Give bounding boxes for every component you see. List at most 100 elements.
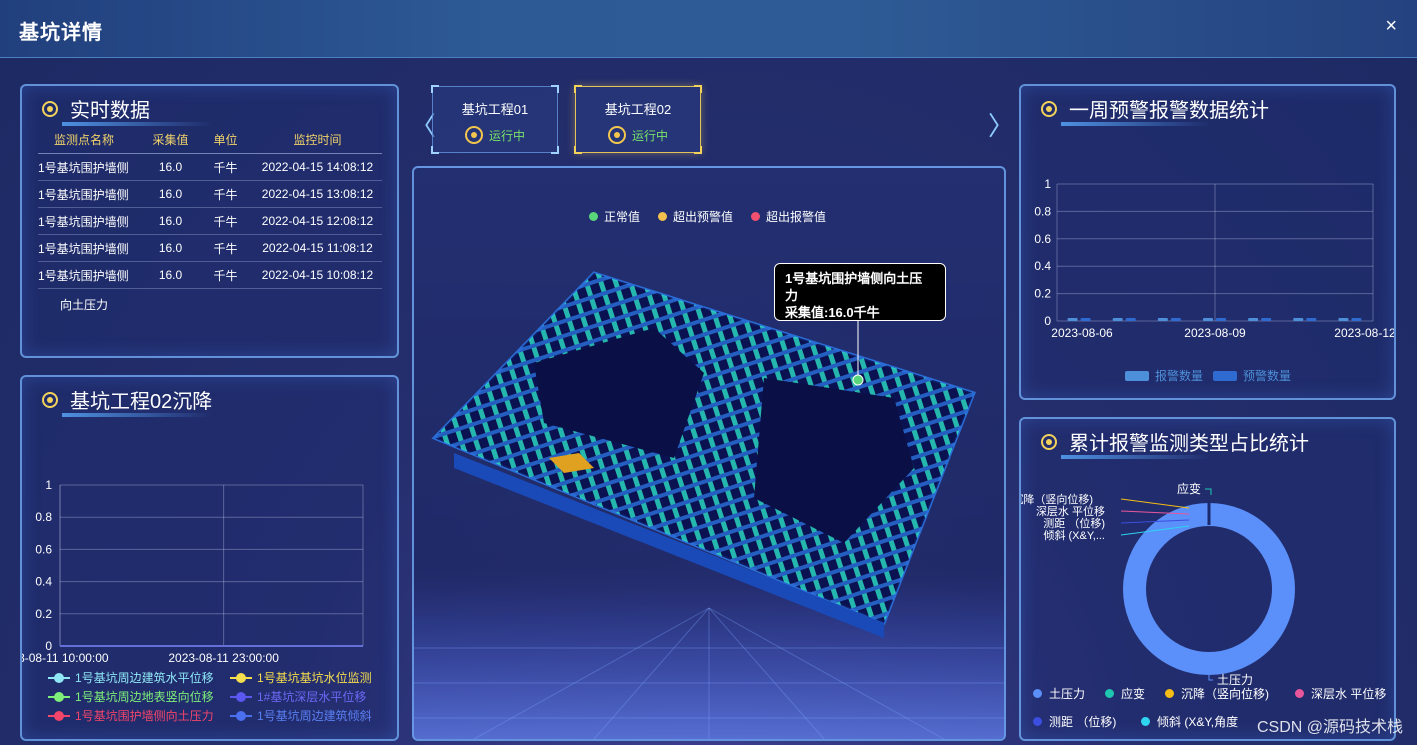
next-arrow-icon[interactable]: 〉: [988, 106, 1014, 143]
signal-icon: [607, 126, 626, 144]
bar: [1170, 318, 1181, 321]
project-card-02[interactable]: 基坑工程02 运行中: [574, 85, 702, 154]
label-leader: [1205, 488, 1212, 495]
legend-item[interactable]: 预警数量: [1213, 367, 1291, 384]
foundation-pit-3d-model[interactable]: [414, 168, 1004, 739]
settlement-panel: 基坑工程02沉降 00.20.40.60.8123-08-11 10:00:00…: [20, 375, 399, 741]
pie-slice: [1123, 503, 1295, 675]
bar: [1216, 318, 1226, 321]
slice-label: 倾斜 (X&Y,...: [1043, 529, 1105, 542]
legend-item[interactable]: 1#基坑深层水平位移: [230, 688, 366, 705]
column-header: 采集值: [152, 133, 189, 147]
point-tooltip: 1号基坑围护墙侧向土压 力 采集值:16.0千牛: [774, 263, 946, 321]
legend-item[interactable]: 深层水 平位移: [1295, 685, 1386, 702]
legend-label: 1号基坑周边建筑倾斜: [257, 709, 372, 723]
legend-label: 1号基坑周边地表竖向位移: [75, 690, 214, 704]
y-tick-label: 0.2: [1034, 287, 1051, 301]
cell-name: 1号基坑围护墙侧: [38, 160, 129, 175]
cell-name: 1号基坑围护墙侧: [38, 214, 129, 229]
cell-unit: 千牛: [213, 214, 238, 229]
project-card-01[interactable]: 基坑工程01 运行中: [431, 85, 559, 154]
alarm-type-ratio-panel: 累计报警监测类型占比统计 土压力应变沉降（竖向位移)深层水 平位移测距 （位移)…: [1019, 417, 1396, 741]
cell-value: 16.0: [158, 187, 183, 201]
cell-time: 2022-04-15 10:08:12: [261, 268, 374, 282]
label-leader: [1208, 675, 1213, 681]
cell-name: 1号基坑围护墙侧: [38, 187, 129, 202]
legend-label: 报警数量: [1155, 369, 1204, 383]
cell-unit: 千牛: [213, 241, 238, 256]
y-tick-label: 0.4: [1034, 259, 1051, 273]
cell-value: 16.0: [158, 268, 183, 282]
legend-item[interactable]: 倾斜 (X&Y,角度: [1141, 713, 1238, 730]
slice-label: 测距 （位移): [1043, 516, 1105, 530]
weekly-stats-panel: 一周预警报警数据统计 0 0.2 0.4 0.6 0.8 1 2023-08-06 2023-…: [1019, 84, 1396, 400]
bar: [1351, 318, 1362, 321]
cell-unit: 千牛: [213, 268, 238, 283]
legend-label: 1号基坑围护墙侧向土压力: [75, 709, 214, 723]
overflow-text: 向土压力: [60, 298, 109, 312]
x-tick-label: 2023-08-06: [1051, 326, 1113, 340]
y-tick-label: 0.4: [35, 575, 52, 589]
table-row: 1号基坑围护墙侧 16.0 千牛 2022-04-15 13:08:12: [38, 181, 382, 208]
signal-icon: [464, 126, 483, 144]
legend-label: 沉降（竖向位移): [1181, 687, 1269, 701]
y-tick-label: 1: [45, 478, 52, 492]
y-tick-label: 1: [1044, 177, 1051, 191]
legend-label: 土压力: [1049, 687, 1086, 701]
realtime-table: 监测点名称 采集值 单位 监控时间 1号基坑围护墙侧 16.0 千牛 2022-…: [38, 126, 382, 289]
y-tick-label: 0.6: [1034, 232, 1051, 246]
legend-label: 应变: [1121, 687, 1146, 701]
legend-item[interactable]: 报警数量: [1125, 367, 1203, 384]
cell-value: 16.0: [158, 241, 183, 255]
realtime-data-panel: 实时数据 监测点名称 采集值 单位 监控时间 1号基坑围护墙侧 16.0 千牛 …: [20, 84, 399, 358]
bar: [1261, 318, 1272, 321]
legend-item[interactable]: 应变: [1105, 685, 1145, 702]
panel-title: 实时数据: [70, 100, 150, 122]
cell-time: 2022-04-15 14:08:12: [261, 160, 374, 174]
table-row: 1号基坑围护墙侧 16.0 千牛 2022-04-15 11:08:12: [38, 235, 382, 262]
legend-item[interactable]: 测距 （位移): [1033, 713, 1116, 730]
legend-item[interactable]: 1号基坑围护墙侧向土压力: [48, 707, 214, 724]
legend-label: 预警数量: [1243, 369, 1292, 383]
slice-label: 深层水 平位移: [1036, 504, 1105, 518]
bar: [1338, 318, 1349, 321]
legend-item[interactable]: 1号基坑周边建筑水平位移: [48, 669, 214, 686]
x-tick-label: 2023-08-12: [1334, 326, 1394, 340]
table-header: 监测点名称 采集值 单位 监控时间: [38, 126, 382, 154]
table-row: 1号基坑围护墙侧 16.0 千牛 2022-04-15 14:08:12: [38, 154, 382, 181]
slice-label: 沉降（竖向位移): [1021, 492, 1093, 506]
project-name: 基坑工程01: [461, 102, 529, 117]
y-tick-label: 0.8: [35, 510, 52, 524]
bar: [1125, 318, 1136, 321]
monitor-point-marker[interactable]: [852, 374, 864, 386]
watermark: CSDN @源码技术栈: [1256, 719, 1403, 736]
slice-label: 应变: [1177, 481, 1201, 496]
cell-name: 1号基坑围护墙侧: [38, 241, 129, 256]
legend-item[interactable]: 沉降（竖向位移): [1165, 685, 1269, 702]
project-name: 基坑工程02: [604, 102, 672, 117]
legend-item[interactable]: 1号基坑基坑水位监测: [230, 669, 372, 686]
model-3d-panel: 正常值 超出预警值 超出报警值 1号基坑围护墙侧向土压 力 采集值:16.0千牛: [412, 166, 1006, 741]
legend-label: 深层水 平位移: [1311, 687, 1387, 701]
y-tick-label: 0.6: [35, 542, 52, 556]
legend-label: 1号基坑周边建筑水平位移: [75, 671, 214, 685]
bar: [1293, 318, 1304, 321]
label-leader: [1120, 498, 1190, 509]
bar: [1157, 318, 1168, 321]
cell-time: 2022-04-15 13:08:12: [261, 187, 374, 201]
legend-item[interactable]: 1号基坑周边地表竖向位移: [48, 688, 214, 705]
bar: [1203, 318, 1213, 321]
cell-value: 16.0: [158, 214, 183, 228]
legend-item[interactable]: 土压力: [1033, 685, 1085, 702]
y-tick-label: 0.8: [1034, 204, 1051, 218]
weekly-bar-chart: 0 0.2 0.4 0.6 0.8 1 2023-08-06 2023-08-09 2023-0…: [1034, 177, 1394, 340]
cell-value: 16.0: [158, 160, 183, 174]
bar: [1067, 318, 1078, 321]
legend-item[interactable]: 1号基坑周边建筑倾斜: [230, 707, 372, 724]
legend-label: 1#基坑深层水平位移: [257, 690, 367, 704]
page-title: 基坑详情: [19, 22, 103, 44]
cell-time: 2022-04-15 12:08:12: [261, 214, 374, 228]
close-icon[interactable]: ×: [1385, 15, 1397, 38]
project-status: 运行中: [488, 128, 525, 143]
bullet-icon: [42, 100, 58, 117]
